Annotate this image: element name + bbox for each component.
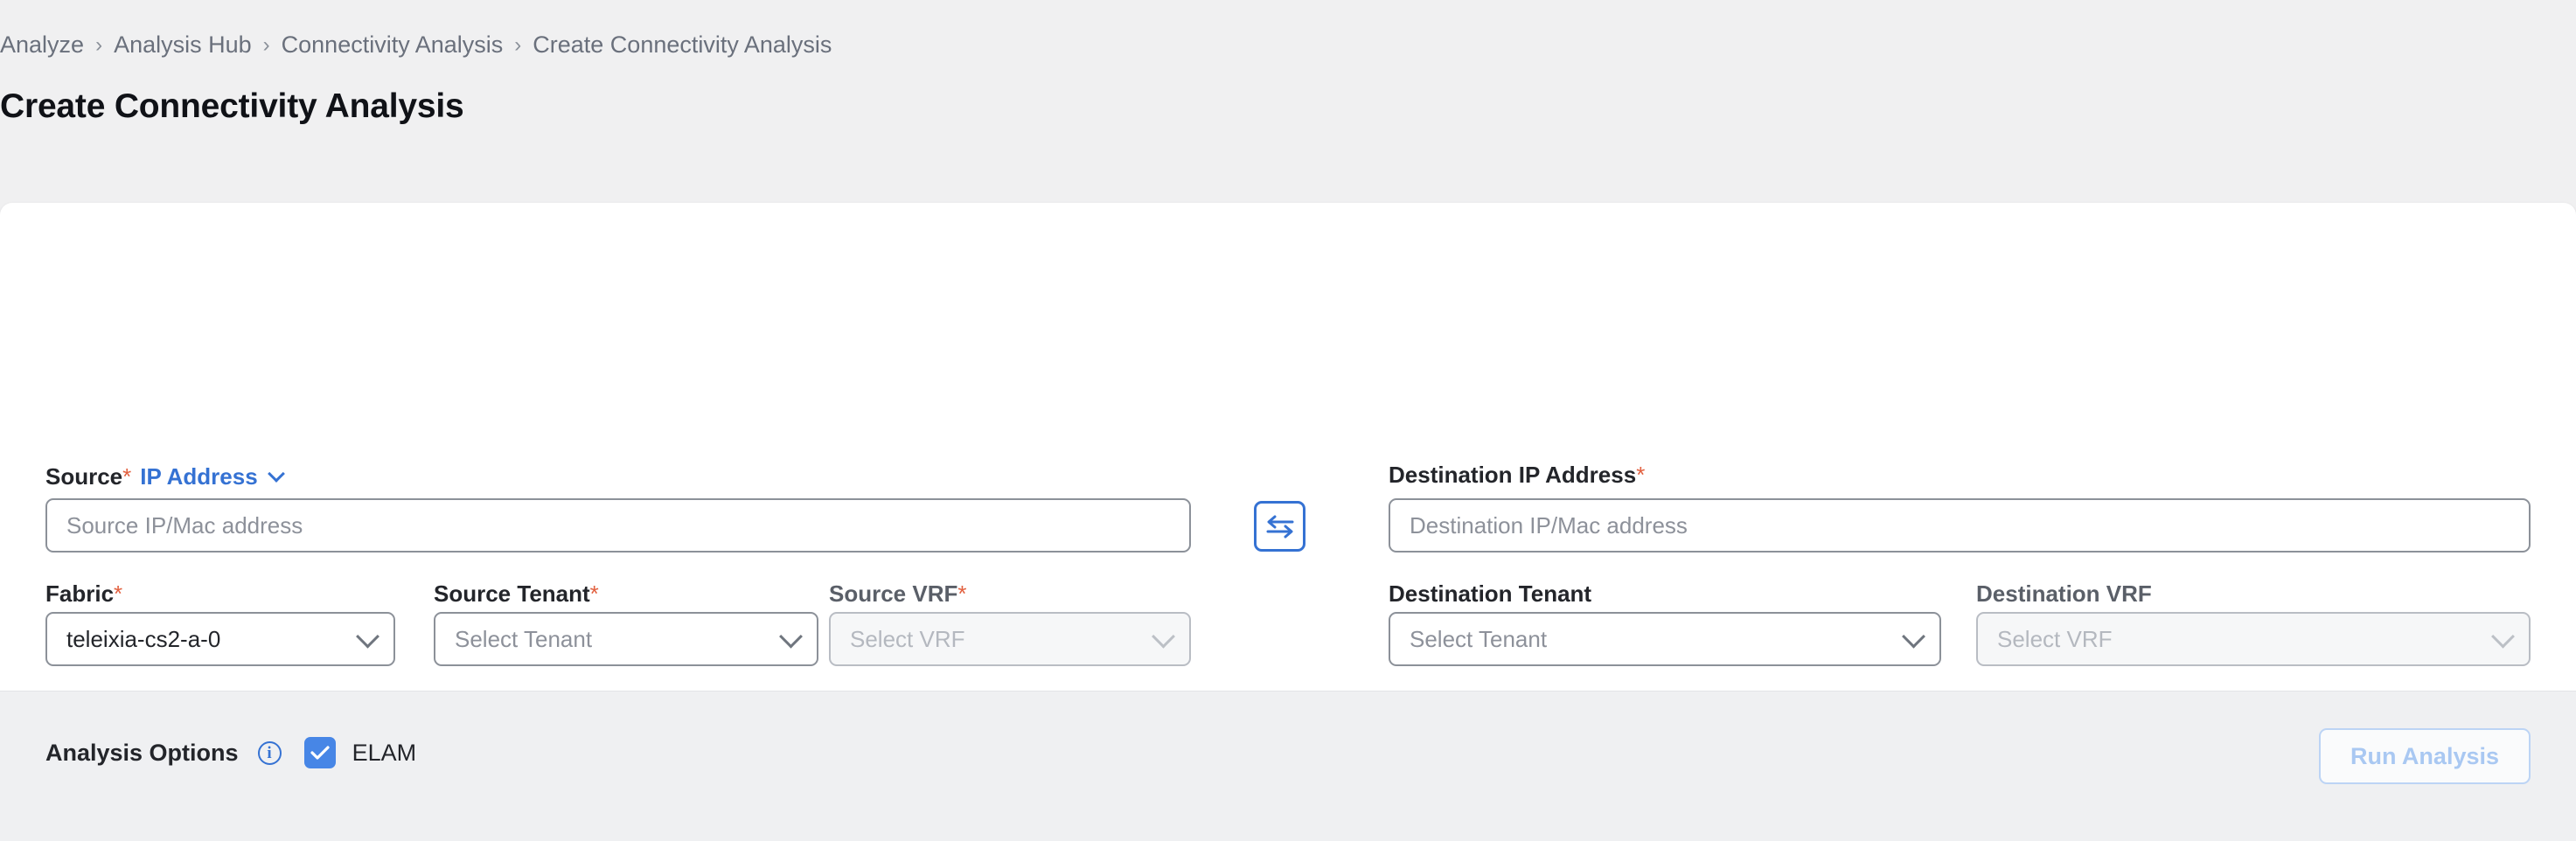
source-tenant-label: Source Tenant bbox=[434, 580, 590, 607]
chevron-down-icon bbox=[356, 624, 379, 649]
chevron-down-icon bbox=[779, 624, 803, 649]
source-vrf-label-group: Source VRF* bbox=[829, 582, 967, 605]
destination-vrf-select[interactable]: Select VRF bbox=[1976, 612, 2531, 666]
destination-ip-label-group: Destination IP Address* bbox=[1389, 463, 1645, 486]
analysis-options-info-icon[interactable]: i bbox=[257, 740, 282, 765]
breadcrumb-item-analyze[interactable]: Analyze bbox=[0, 31, 84, 59]
source-tenant-required-marker: * bbox=[589, 580, 599, 607]
source-ip-input[interactable]: Source IP/Mac address bbox=[45, 498, 1191, 553]
source-tenant-placeholder: Select Tenant bbox=[455, 625, 593, 652]
swap-source-destination-button[interactable] bbox=[1254, 501, 1305, 552]
breadcrumb-separator: › bbox=[95, 32, 103, 57]
breadcrumb-separator: › bbox=[262, 32, 270, 57]
source-required-marker: * bbox=[122, 463, 132, 490]
elam-label: ELAM bbox=[352, 739, 417, 766]
fabric-label-group: Fabric* bbox=[45, 582, 122, 605]
source-vrf-select[interactable]: Select VRF bbox=[829, 612, 1191, 666]
destination-tenant-placeholder: Select Tenant bbox=[1410, 625, 1548, 652]
source-ip-placeholder: Source IP/Mac address bbox=[66, 511, 303, 539]
source-label: Source bbox=[45, 463, 123, 490]
check-icon bbox=[310, 746, 330, 760]
destination-ip-required-marker: * bbox=[1636, 462, 1646, 488]
swap-horizontal-icon bbox=[1266, 515, 1293, 539]
destination-tenant-select[interactable]: Select Tenant bbox=[1389, 612, 1941, 666]
card-footer: Analysis Options i ELAM Run Analysis bbox=[0, 691, 2576, 841]
destination-vrf-placeholder: Select VRF bbox=[1997, 625, 2113, 652]
create-connectivity-analysis-card: Source * IP Address Source IP/Mac address… bbox=[0, 203, 2576, 841]
source-vrf-label: Source VRF bbox=[829, 580, 958, 607]
source-type-dropdown[interactable]: IP Address bbox=[140, 463, 285, 490]
chevron-down-icon bbox=[1152, 624, 1175, 649]
card-body: Source * IP Address Source IP/Mac address… bbox=[0, 203, 2576, 841]
chevron-down-icon bbox=[1902, 624, 1925, 649]
source-vrf-required-marker: * bbox=[957, 580, 967, 607]
destination-tenant-label: Destination Tenant bbox=[1389, 580, 1592, 607]
breadcrumb-item-create-connectivity-analysis: Create Connectivity Analysis bbox=[533, 31, 832, 58]
elam-checkbox[interactable] bbox=[303, 737, 336, 768]
source-tenant-label-group: Source Tenant* bbox=[434, 582, 599, 605]
breadcrumb-item-analysis-hub[interactable]: Analysis Hub bbox=[114, 31, 252, 59]
destination-ip-label: Destination IP Address bbox=[1389, 462, 1637, 488]
fabric-label: Fabric bbox=[45, 580, 115, 607]
source-type-value: IP Address bbox=[140, 463, 258, 490]
run-analysis-button[interactable]: Run Analysis bbox=[2318, 728, 2531, 784]
breadcrumb-separator: › bbox=[514, 32, 522, 57]
source-tenant-select[interactable]: Select Tenant bbox=[434, 612, 818, 666]
destination-ip-input[interactable]: Destination IP/Mac address bbox=[1389, 498, 2531, 553]
chevron-down-icon bbox=[2491, 624, 2515, 649]
breadcrumb-item-connectivity-analysis[interactable]: Connectivity Analysis bbox=[282, 31, 504, 59]
fabric-required-marker: * bbox=[114, 580, 123, 607]
destination-ip-placeholder: Destination IP/Mac address bbox=[1410, 511, 1688, 539]
page-title: Create Connectivity Analysis bbox=[0, 87, 464, 125]
fabric-value: teleixia-cs2-a-0 bbox=[66, 625, 221, 652]
source-vrf-placeholder: Select VRF bbox=[850, 625, 965, 652]
source-type-row: Source * IP Address bbox=[45, 463, 285, 490]
analysis-options-group: Analysis Options i ELAM bbox=[45, 737, 416, 768]
fabric-select[interactable]: teleixia-cs2-a-0 bbox=[45, 612, 395, 666]
analysis-options-label: Analysis Options bbox=[45, 739, 239, 766]
destination-vrf-label: Destination VRF bbox=[1976, 580, 2152, 607]
chevron-down-icon bbox=[267, 465, 285, 483]
breadcrumb: Analyze › Analysis Hub › Connectivity An… bbox=[0, 31, 832, 59]
